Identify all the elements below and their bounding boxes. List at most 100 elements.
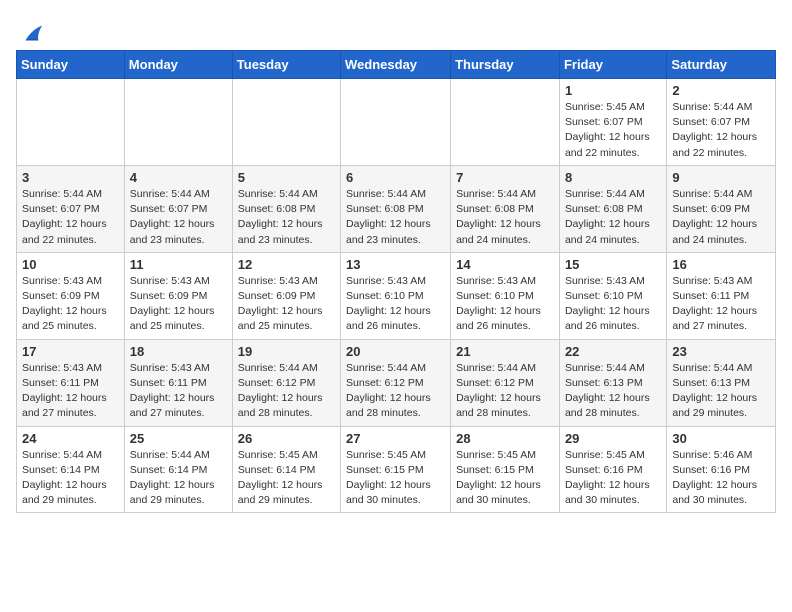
calendar-header-sunday: Sunday	[17, 51, 125, 79]
day-info: Sunrise: 5:44 AM Sunset: 6:12 PM Dayligh…	[456, 361, 554, 422]
calendar-cell: 7 Sunrise: 5:44 AM Sunset: 6:08 PM Daylig…	[451, 165, 560, 252]
day-info: Sunrise: 5:43 AM Sunset: 6:10 PM Dayligh…	[565, 274, 661, 335]
day-number: 12	[238, 257, 335, 272]
day-info: Sunrise: 5:43 AM Sunset: 6:10 PM Dayligh…	[456, 274, 554, 335]
day-number: 23	[672, 344, 770, 359]
calendar-cell: 3 Sunrise: 5:44 AM Sunset: 6:07 PM Daylig…	[17, 165, 125, 252]
day-info: Sunrise: 5:43 AM Sunset: 6:09 PM Dayligh…	[238, 274, 335, 335]
calendar-week-row: 24 Sunrise: 5:44 AM Sunset: 6:14 PM Dayli…	[17, 426, 776, 513]
calendar-cell: 8 Sunrise: 5:44 AM Sunset: 6:08 PM Daylig…	[559, 165, 666, 252]
calendar-week-row: 10 Sunrise: 5:43 AM Sunset: 6:09 PM Dayli…	[17, 252, 776, 339]
calendar-cell: 1 Sunrise: 5:45 AM Sunset: 6:07 PM Daylig…	[559, 79, 666, 166]
calendar-cell: 6 Sunrise: 5:44 AM Sunset: 6:08 PM Daylig…	[341, 165, 451, 252]
calendar-cell: 28Sunrise: 5:45 AM Sunset: 6:15 PM Dayli…	[451, 426, 560, 513]
day-info: Sunrise: 5:45 AM Sunset: 6:14 PM Dayligh…	[238, 448, 335, 509]
day-info: Sunrise: 5:44 AM Sunset: 6:08 PM Dayligh…	[456, 187, 554, 248]
day-info: Sunrise: 5:43 AM Sunset: 6:11 PM Dayligh…	[130, 361, 227, 422]
day-number: 9	[672, 170, 770, 185]
calendar-cell	[341, 79, 451, 166]
day-number: 25	[130, 431, 227, 446]
day-info: Sunrise: 5:43 AM Sunset: 6:11 PM Dayligh…	[22, 361, 119, 422]
day-number: 18	[130, 344, 227, 359]
calendar-cell	[232, 79, 340, 166]
calendar-header-wednesday: Wednesday	[341, 51, 451, 79]
day-number: 16	[672, 257, 770, 272]
calendar-cell: 14 Sunrise: 5:43 AM Sunset: 6:10 PM Dayli…	[451, 252, 560, 339]
day-number: 6	[346, 170, 445, 185]
calendar-header-thursday: Thursday	[451, 51, 560, 79]
day-info: Sunrise: 5:44 AM Sunset: 6:08 PM Dayligh…	[238, 187, 335, 248]
day-number: 27	[346, 431, 445, 446]
day-number: 24	[22, 431, 119, 446]
day-info: Sunrise: 5:44 AM Sunset: 6:09 PM Dayligh…	[672, 187, 770, 248]
day-info: Sunrise: 5:43 AM Sunset: 6:09 PM Dayligh…	[130, 274, 227, 335]
calendar-cell: 9 Sunrise: 5:44 AM Sunset: 6:09 PM Daylig…	[667, 165, 776, 252]
calendar-cell: 12 Sunrise: 5:43 AM Sunset: 6:09 PM Dayli…	[232, 252, 340, 339]
calendar-cell: 20 Sunrise: 5:44 AM Sunset: 6:12 PM Dayli…	[341, 339, 451, 426]
calendar-cell: 15 Sunrise: 5:43 AM Sunset: 6:10 PM Dayli…	[559, 252, 666, 339]
calendar-cell: 4Sunrise: 5:44 AM Sunset: 6:07 PM Daylig…	[124, 165, 232, 252]
calendar-cell: 24 Sunrise: 5:44 AM Sunset: 6:14 PM Dayli…	[17, 426, 125, 513]
calendar-cell: 22Sunrise: 5:44 AM Sunset: 6:13 PM Dayli…	[559, 339, 666, 426]
day-info: Sunrise: 5:46 AM Sunset: 6:16 PM Dayligh…	[672, 448, 770, 509]
day-number: 19	[238, 344, 335, 359]
calendar-cell: 27 Sunrise: 5:45 AM Sunset: 6:15 PM Dayli…	[341, 426, 451, 513]
calendar-cell: 17Sunrise: 5:43 AM Sunset: 6:11 PM Dayli…	[17, 339, 125, 426]
calendar-cell	[17, 79, 125, 166]
calendar-cell: 26Sunrise: 5:45 AM Sunset: 6:14 PM Dayli…	[232, 426, 340, 513]
day-number: 3	[22, 170, 119, 185]
day-info: Sunrise: 5:44 AM Sunset: 6:07 PM Dayligh…	[22, 187, 119, 248]
calendar-cell: 25 Sunrise: 5:44 AM Sunset: 6:14 PM Dayli…	[124, 426, 232, 513]
day-number: 15	[565, 257, 661, 272]
calendar-cell	[451, 79, 560, 166]
calendar-cell: 16 Sunrise: 5:43 AM Sunset: 6:11 PM Dayli…	[667, 252, 776, 339]
calendar-cell: 2 Sunrise: 5:44 AM Sunset: 6:07 PM Daylig…	[667, 79, 776, 166]
day-number: 4	[130, 170, 227, 185]
day-number: 30	[672, 431, 770, 446]
day-info: Sunrise: 5:44 AM Sunset: 6:14 PM Dayligh…	[130, 448, 227, 509]
day-info: Sunrise: 5:44 AM Sunset: 6:14 PM Dayligh…	[22, 448, 119, 509]
calendar-header-monday: Monday	[124, 51, 232, 79]
calendar-cell: 5 Sunrise: 5:44 AM Sunset: 6:08 PM Daylig…	[232, 165, 340, 252]
day-info: Sunrise: 5:43 AM Sunset: 6:10 PM Dayligh…	[346, 274, 445, 335]
day-number: 1	[565, 83, 661, 98]
day-number: 22	[565, 344, 661, 359]
logo	[16, 20, 46, 42]
day-info: Sunrise: 5:45 AM Sunset: 6:15 PM Dayligh…	[456, 448, 554, 509]
calendar-cell: 11 Sunrise: 5:43 AM Sunset: 6:09 PM Dayli…	[124, 252, 232, 339]
day-info: Sunrise: 5:44 AM Sunset: 6:13 PM Dayligh…	[672, 361, 770, 422]
day-info: Sunrise: 5:43 AM Sunset: 6:11 PM Dayligh…	[672, 274, 770, 335]
calendar-header-friday: Friday	[559, 51, 666, 79]
day-info: Sunrise: 5:44 AM Sunset: 6:12 PM Dayligh…	[238, 361, 335, 422]
day-number: 7	[456, 170, 554, 185]
day-number: 2	[672, 83, 770, 98]
day-info: Sunrise: 5:45 AM Sunset: 6:15 PM Dayligh…	[346, 448, 445, 509]
day-number: 10	[22, 257, 119, 272]
day-number: 13	[346, 257, 445, 272]
day-info: Sunrise: 5:44 AM Sunset: 6:08 PM Dayligh…	[346, 187, 445, 248]
calendar-header-row: SundayMondayTuesdayWednesdayThursdayFrid…	[17, 51, 776, 79]
calendar-header-tuesday: Tuesday	[232, 51, 340, 79]
calendar-cell: 30 Sunrise: 5:46 AM Sunset: 6:16 PM Dayli…	[667, 426, 776, 513]
calendar-week-row: 1 Sunrise: 5:45 AM Sunset: 6:07 PM Daylig…	[17, 79, 776, 166]
logo-bird-icon	[18, 20, 46, 48]
day-number: 8	[565, 170, 661, 185]
day-number: 11	[130, 257, 227, 272]
calendar-cell: 18 Sunrise: 5:43 AM Sunset: 6:11 PM Dayli…	[124, 339, 232, 426]
day-number: 20	[346, 344, 445, 359]
calendar-header-saturday: Saturday	[667, 51, 776, 79]
calendar-cell: 19 Sunrise: 5:44 AM Sunset: 6:12 PM Dayli…	[232, 339, 340, 426]
calendar-cell: 10Sunrise: 5:43 AM Sunset: 6:09 PM Dayli…	[17, 252, 125, 339]
page-header	[16, 16, 776, 42]
day-number: 14	[456, 257, 554, 272]
calendar-cell: 13 Sunrise: 5:43 AM Sunset: 6:10 PM Dayli…	[341, 252, 451, 339]
calendar-table: SundayMondayTuesdayWednesdayThursdayFrid…	[16, 50, 776, 513]
calendar-cell: 23 Sunrise: 5:44 AM Sunset: 6:13 PM Dayli…	[667, 339, 776, 426]
day-info: Sunrise: 5:44 AM Sunset: 6:12 PM Dayligh…	[346, 361, 445, 422]
day-info: Sunrise: 5:45 AM Sunset: 6:07 PM Dayligh…	[565, 100, 661, 161]
calendar-cell: 29Sunrise: 5:45 AM Sunset: 6:16 PM Dayli…	[559, 426, 666, 513]
day-number: 5	[238, 170, 335, 185]
day-info: Sunrise: 5:44 AM Sunset: 6:08 PM Dayligh…	[565, 187, 661, 248]
day-info: Sunrise: 5:44 AM Sunset: 6:07 PM Dayligh…	[672, 100, 770, 161]
day-number: 29	[565, 431, 661, 446]
